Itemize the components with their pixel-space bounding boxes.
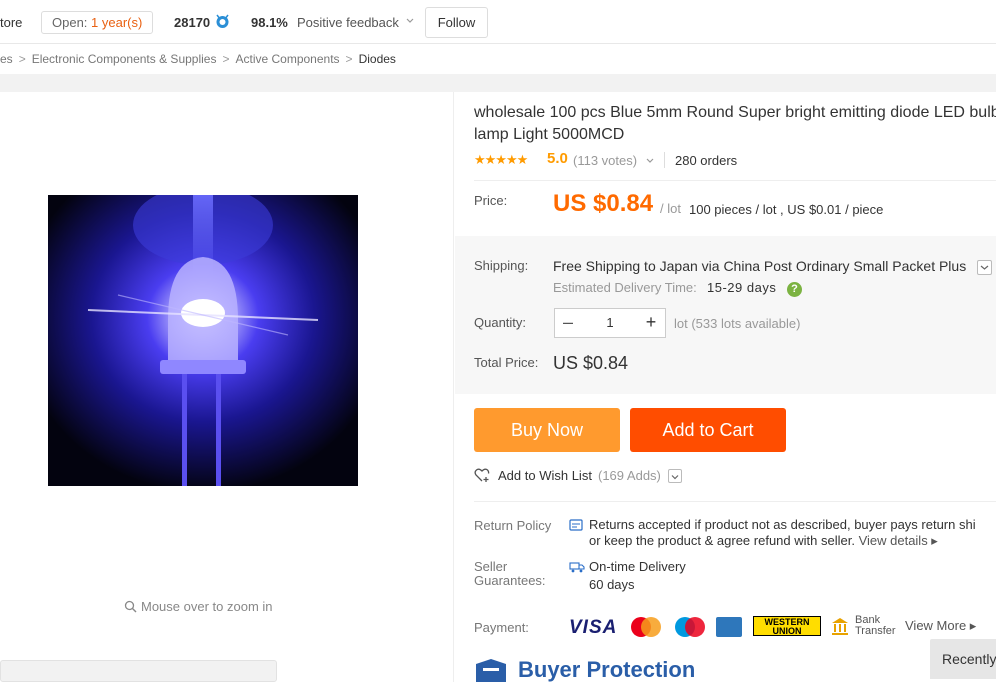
buyer-protection-title: Buyer Protection: [518, 657, 696, 682]
return-policy-text: Returns accepted if product not as descr…: [589, 517, 976, 532]
add-to-wishlist-link[interactable]: Add to Wish List: [498, 468, 592, 483]
buy-now-button[interactable]: Buy Now: [474, 408, 620, 452]
led-photo: [48, 195, 358, 486]
recently-viewed-tab[interactable]: Recently: [930, 639, 996, 679]
quantity-label: Quantity:: [474, 315, 527, 330]
price-label: Price:: [474, 193, 508, 208]
payment-label: Payment:: [474, 620, 529, 635]
store-score: 28170: [174, 15, 211, 30]
amex-logo: [716, 617, 742, 637]
breadcrumb-current[interactable]: Diodes: [359, 52, 396, 66]
western-union-logo: WESTERN UNION: [753, 616, 821, 636]
total-price-value: US $0.84: [553, 353, 629, 373]
view-more-link[interactable]: View More ▸: [905, 618, 976, 634]
product-image[interactable]: [48, 195, 358, 486]
visa-logo: VISA: [569, 617, 618, 638]
rating-value: 5.0: [547, 150, 568, 167]
price-value: US $0.84: [553, 190, 654, 217]
shipping-dropdown[interactable]: [977, 260, 992, 275]
votes-count[interactable]: (113 votes): [573, 153, 637, 168]
help-icon[interactable]: ?: [787, 282, 802, 297]
mastercard-logo: [631, 617, 661, 637]
bank-transfer-label: Bank Transfer: [855, 614, 896, 637]
breadcrumb-separator: >: [222, 52, 230, 66]
wishlist-dropdown[interactable]: [668, 469, 682, 483]
shield-icon: [476, 659, 506, 682]
seller-guarantees-label: Seller Guarantees:: [474, 559, 546, 588]
open-years: 1 year(s): [91, 15, 143, 30]
view-details-link[interactable]: View details ▸: [859, 533, 938, 548]
search-icon: [124, 600, 137, 613]
section-divider-band: [0, 74, 996, 92]
breadcrumb-item[interactable]: es: [0, 52, 13, 66]
quantity-available: lot (533 lots available): [674, 316, 801, 331]
quantity-input[interactable]: 1: [590, 315, 630, 330]
follow-button[interactable]: Follow: [425, 7, 488, 38]
rating-stars: ★★★★★: [474, 152, 528, 167]
truck-icon: [569, 562, 585, 573]
open-prefix: Open:: [52, 15, 88, 30]
increase-button[interactable]: +: [643, 313, 659, 331]
breadcrumb: es > Electronic Components & Supplies > Acti…: [0, 52, 396, 66]
store-name[interactable]: tore: [0, 15, 22, 30]
decrease-button[interactable]: –: [560, 313, 576, 331]
orders-count: 280 orders: [675, 153, 738, 168]
price-detail: 100 pieces / lot , US $0.01 / piece: [689, 202, 884, 217]
breadcrumb-separator: >: [18, 52, 26, 66]
return-policy-label: Return Policy: [474, 518, 552, 533]
total-price-label: Total Price:: [474, 355, 539, 370]
price-unit: / lot: [660, 201, 681, 216]
zoom-hint: Mouse over to zoom in: [141, 599, 273, 614]
ontime-delivery: On-time Delivery: [589, 559, 686, 574]
product-title: wholesale 100 pcs Blue 5mm Round Super b…: [474, 104, 996, 143]
return-policy-line2: or keep the product & agree refund with …: [589, 533, 855, 548]
feedback-label[interactable]: Positive feedback: [297, 15, 399, 30]
store-open-badge: Open: 1 year(s): [41, 11, 154, 34]
return-policy-text-2: or keep the product & agree refund with …: [589, 533, 938, 549]
thumbnail-strip: [0, 660, 277, 682]
chevron-down-icon[interactable]: [646, 158, 654, 164]
delivery-time-label: Estimated Delivery Time:: [553, 280, 697, 295]
wishlist-count: (169 Adds): [598, 468, 661, 483]
chevron-down-icon[interactable]: [406, 18, 414, 24]
breadcrumb-item[interactable]: Electronic Components & Supplies: [32, 52, 217, 66]
shipping-label: Shipping:: [474, 258, 529, 273]
divider: [474, 180, 996, 181]
medal-icon: [216, 14, 229, 28]
breadcrumb-item[interactable]: Active Components: [235, 52, 339, 66]
column-divider: [453, 92, 454, 682]
return-policy-icon: [569, 519, 583, 531]
heart-plus-icon[interactable]: [474, 467, 491, 483]
divider: [664, 152, 665, 168]
divider: [474, 501, 996, 502]
chevron-down-icon: [980, 265, 989, 270]
delivery-time-value: 15-29 days: [707, 280, 777, 295]
breadcrumb-separator: >: [345, 52, 353, 66]
add-to-cart-button[interactable]: Add to Cart: [630, 408, 786, 452]
maestro-logo: [675, 617, 705, 637]
chevron-down-icon: [671, 475, 679, 480]
delivery-days: 60 days: [589, 577, 635, 592]
shipping-method[interactable]: Free Shipping to Japan via China Post Or…: [553, 258, 966, 274]
bank-icon: [832, 618, 848, 635]
feedback-percentage: 98.1%: [251, 15, 288, 30]
